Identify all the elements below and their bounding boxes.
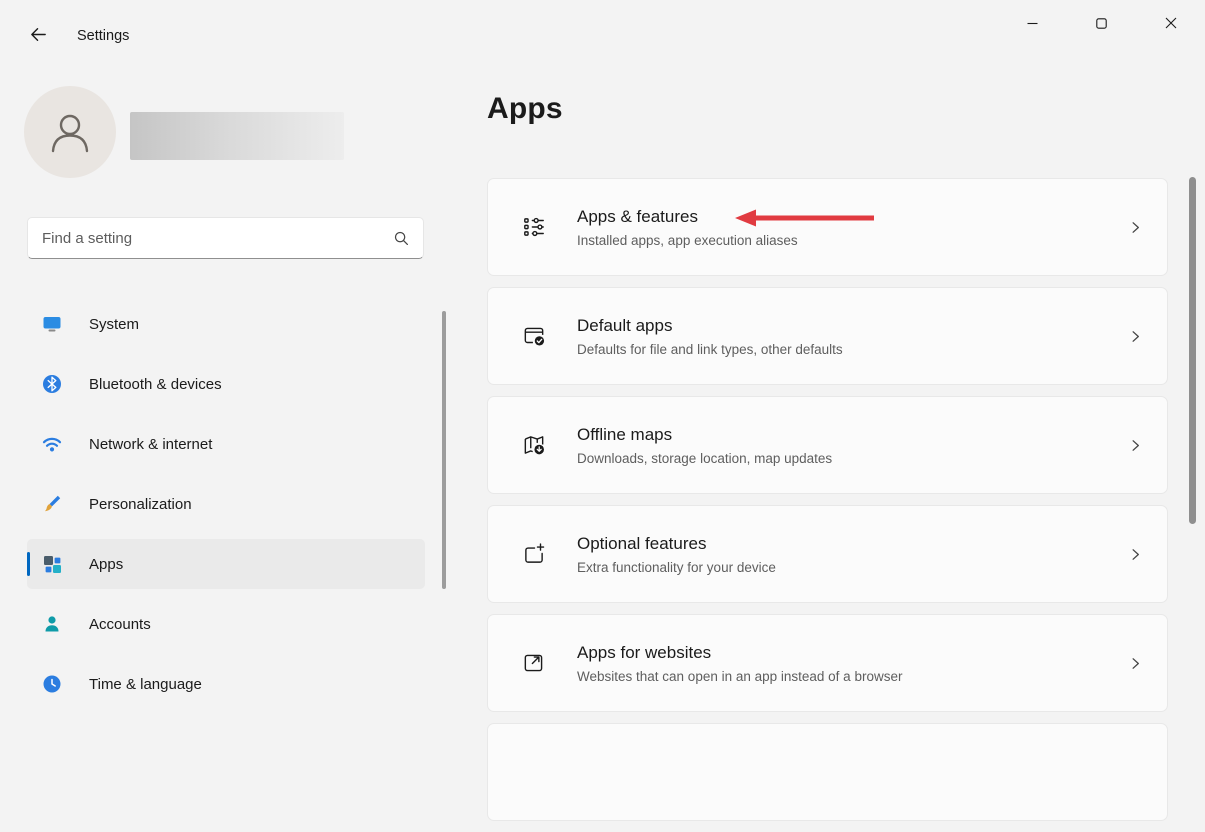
sidebar-item-apps[interactable]: Apps bbox=[27, 539, 425, 589]
chevron-right-icon bbox=[1128, 438, 1143, 453]
chevron-right-icon bbox=[1128, 656, 1143, 671]
bluetooth-icon bbox=[41, 373, 63, 395]
sidebar-item-network-internet[interactable]: Network & internet bbox=[27, 419, 425, 469]
clock-icon bbox=[41, 673, 63, 695]
sidebar-item-label: Apps bbox=[89, 556, 123, 573]
search-input[interactable] bbox=[42, 230, 385, 247]
optional-features-icon bbox=[521, 541, 547, 567]
sidebar-item-personalization[interactable]: Personalization bbox=[27, 479, 425, 529]
main-scrollbar[interactable] bbox=[1189, 177, 1196, 524]
settings-card-list: Apps & features Installed apps, app exec… bbox=[487, 178, 1168, 832]
back-button[interactable] bbox=[20, 18, 56, 50]
card-subtitle: Downloads, storage location, map updates bbox=[577, 451, 1128, 466]
minimize-icon bbox=[1027, 18, 1038, 29]
sidebar-item-system[interactable]: System bbox=[27, 299, 425, 349]
sidebar-item-label: Time & language bbox=[89, 676, 202, 693]
person-outline-icon bbox=[42, 104, 98, 160]
sidebar-item-time-language[interactable]: Time & language bbox=[27, 659, 425, 709]
offline-maps-icon bbox=[521, 432, 547, 458]
close-button[interactable] bbox=[1136, 0, 1205, 46]
minimize-button[interactable] bbox=[998, 0, 1067, 46]
sidebar-item-bluetooth-devices[interactable]: Bluetooth & devices bbox=[27, 359, 425, 409]
person-icon bbox=[41, 613, 63, 635]
card-title: Default apps bbox=[577, 316, 1128, 336]
card-subtitle: Installed apps, app execution aliases bbox=[577, 233, 1128, 248]
card-offline-maps[interactable]: Offline maps Downloads, storage location… bbox=[487, 396, 1168, 494]
card-default-apps[interactable]: Default apps Defaults for file and link … bbox=[487, 287, 1168, 385]
card-title: Apps & features bbox=[577, 207, 1128, 227]
card-title: Apps for websites bbox=[577, 643, 1128, 663]
page-title: Apps bbox=[487, 92, 563, 126]
default-apps-icon bbox=[521, 323, 547, 349]
maximize-icon bbox=[1096, 18, 1107, 29]
card-apps-features[interactable]: Apps & features Installed apps, app exec… bbox=[487, 178, 1168, 276]
card-subtitle: Defaults for file and link types, other … bbox=[577, 342, 1128, 357]
card-partial-bottom[interactable] bbox=[487, 723, 1168, 821]
apps-icon bbox=[41, 553, 63, 575]
card-title: Optional features bbox=[577, 534, 1128, 554]
close-icon bbox=[1165, 17, 1177, 29]
user-name-redacted bbox=[130, 112, 344, 160]
chevron-right-icon bbox=[1128, 547, 1143, 562]
card-apps-for-websites[interactable]: Apps for websites Websites that can open… bbox=[487, 614, 1168, 712]
brush-icon bbox=[41, 493, 63, 515]
search-box[interactable] bbox=[27, 217, 424, 259]
search-icon[interactable] bbox=[393, 230, 409, 246]
sidebar-item-label: System bbox=[89, 316, 139, 333]
maximize-button[interactable] bbox=[1067, 0, 1136, 46]
sidebar-item-label: Personalization bbox=[89, 496, 192, 513]
apps-for-websites-icon bbox=[521, 650, 547, 676]
display-icon bbox=[41, 313, 63, 335]
apps-features-icon bbox=[521, 214, 547, 240]
sidebar-item-label: Network & internet bbox=[89, 436, 212, 453]
chevron-right-icon bbox=[1128, 329, 1143, 344]
sidebar-item-label: Accounts bbox=[89, 616, 151, 633]
card-optional-features[interactable]: Optional features Extra functionality fo… bbox=[487, 505, 1168, 603]
card-title: Offline maps bbox=[577, 425, 1128, 445]
selected-accent-bar bbox=[27, 552, 30, 576]
sidebar-scrollbar[interactable] bbox=[442, 311, 446, 589]
window-title: Settings bbox=[77, 28, 129, 44]
sidebar-nav: System Bluetooth & devices Network & int… bbox=[27, 299, 425, 719]
card-subtitle: Extra functionality for your device bbox=[577, 560, 1128, 575]
user-avatar[interactable] bbox=[24, 86, 116, 178]
chevron-right-icon bbox=[1128, 220, 1143, 235]
sidebar-item-accounts[interactable]: Accounts bbox=[27, 599, 425, 649]
window-controls bbox=[998, 0, 1205, 46]
sidebar-item-label: Bluetooth & devices bbox=[89, 376, 222, 393]
wifi-icon bbox=[41, 433, 63, 455]
back-arrow-icon bbox=[29, 25, 48, 44]
card-subtitle: Websites that can open in an app instead… bbox=[577, 669, 1128, 684]
